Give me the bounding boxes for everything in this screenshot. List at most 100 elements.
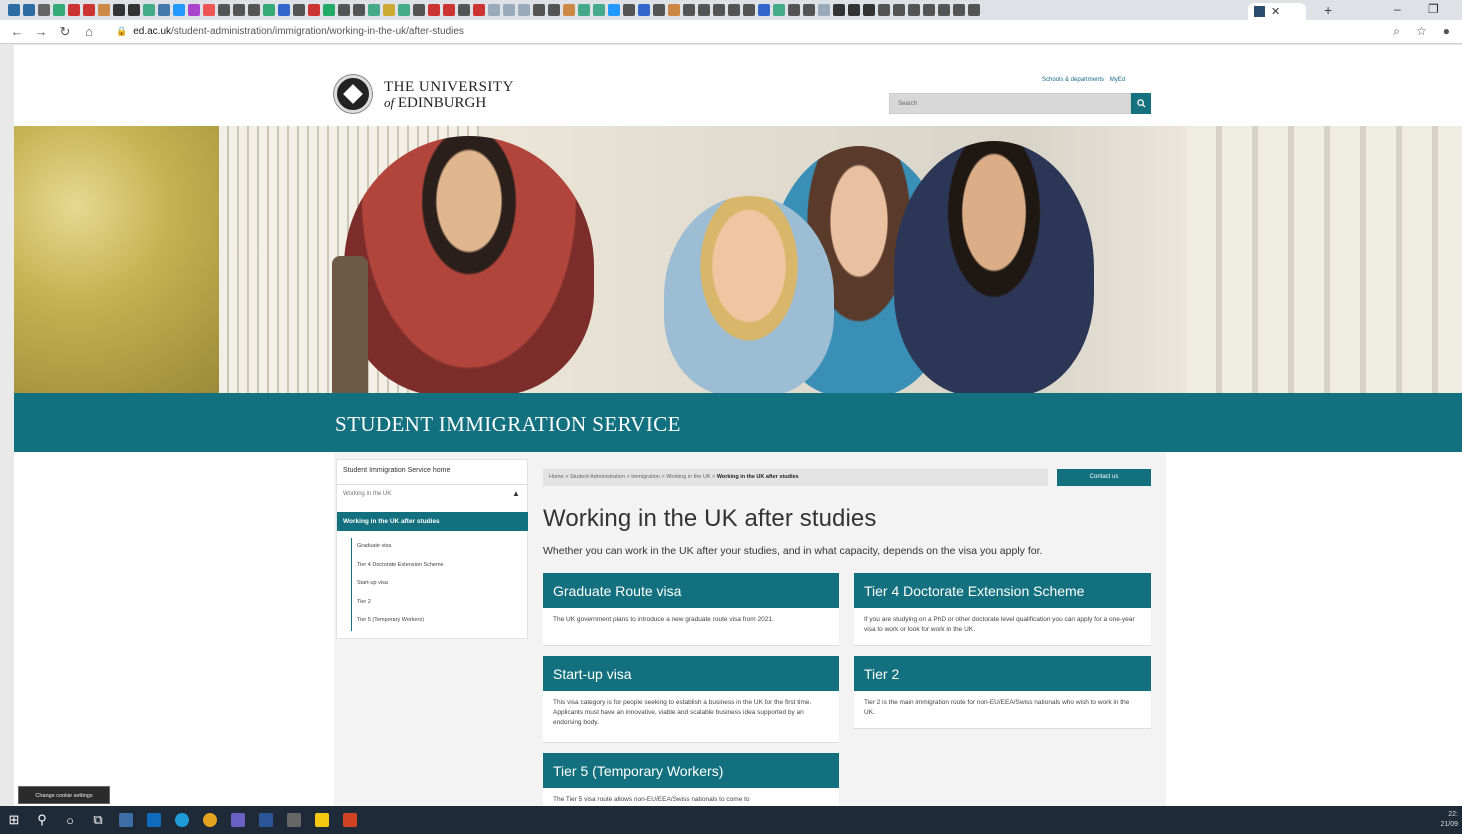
- breadcrumb-student-admin[interactable]: Student Administration: [570, 474, 625, 480]
- tab-favicon-icon[interactable]: [968, 4, 980, 16]
- tab-favicon-icon[interactable]: [113, 4, 125, 16]
- tab-favicon-icon[interactable]: [188, 4, 200, 16]
- sidenav-item-tier4-des[interactable]: Tier 4 Doctorate Extension Scheme: [357, 557, 521, 576]
- card-startup-visa[interactable]: Start-up visa This visa category is for …: [543, 656, 839, 743]
- edge-icon[interactable]: [168, 806, 196, 834]
- tab-favicon-icon[interactable]: [203, 4, 215, 16]
- tab-favicon-icon[interactable]: [233, 4, 245, 16]
- lock-icon[interactable]: 🔒: [116, 26, 127, 37]
- tab-favicon-icon[interactable]: [443, 4, 455, 16]
- card-title[interactable]: Start-up visa: [543, 656, 839, 691]
- breadcrumb-immigration[interactable]: Immigration: [631, 474, 660, 480]
- tab-favicon-icon[interactable]: [623, 4, 635, 16]
- tab-favicon-icon[interactable]: [413, 4, 425, 16]
- file-explorer-icon[interactable]: [112, 806, 140, 834]
- university-crest-icon[interactable]: [334, 75, 372, 113]
- tab-favicon-icon[interactable]: [263, 4, 275, 16]
- tab-favicon-icon[interactable]: [563, 4, 575, 16]
- tab-favicon-icon[interactable]: [713, 4, 725, 16]
- tab-favicon-icon[interactable]: [878, 4, 890, 16]
- sidenav-item-startup-visa[interactable]: Start-up visa: [357, 575, 521, 594]
- breadcrumb-home[interactable]: Home: [549, 474, 564, 480]
- sidenav-home-link[interactable]: Student Immigration Service home: [343, 467, 450, 474]
- tab-favicon-icon[interactable]: [98, 4, 110, 16]
- card-title[interactable]: Tier 5 (Temporary Workers): [543, 753, 839, 788]
- tab-favicon-icon[interactable]: [593, 4, 605, 16]
- tab-favicon-icon[interactable]: [218, 4, 230, 16]
- tab-favicon-icon[interactable]: [803, 4, 815, 16]
- contact-us-button[interactable]: Contact us: [1057, 469, 1151, 486]
- tab-favicon-icon[interactable]: [293, 4, 305, 16]
- university-logo[interactable]: THE UNIVERSITY of EDINBURGH: [384, 80, 514, 111]
- tab-favicon-icon[interactable]: [278, 4, 290, 16]
- tab-favicon-icon[interactable]: [383, 4, 395, 16]
- card-title[interactable]: Tier 4 Doctorate Extension Scheme: [854, 573, 1151, 608]
- tab-favicon-icon[interactable]: [173, 4, 185, 16]
- cookie-settings-button[interactable]: Change cookie settings: [18, 786, 110, 804]
- teams-icon[interactable]: [224, 806, 252, 834]
- search-icon[interactable]: ⚲: [28, 806, 56, 834]
- tab-favicon-icon[interactable]: [353, 4, 365, 16]
- chrome-icon[interactable]: [196, 806, 224, 834]
- outlook-icon[interactable]: [140, 806, 168, 834]
- tab-favicon-icon[interactable]: [698, 4, 710, 16]
- url-field[interactable]: ed.ac.uk/student-administration/immigrat…: [133, 26, 464, 37]
- card-tier4-des[interactable]: Tier 4 Doctorate Extension Scheme If you…: [854, 573, 1151, 646]
- tab-favicon-icon[interactable]: [668, 4, 680, 16]
- tab-favicon-icon[interactable]: [743, 4, 755, 16]
- tab-favicon-icon[interactable]: [143, 4, 155, 16]
- tab-favicon-icon[interactable]: [788, 4, 800, 16]
- tab-favicon-icon[interactable]: [68, 4, 80, 16]
- reload-icon[interactable]: ↻: [58, 24, 72, 40]
- home-icon[interactable]: ⌂: [82, 24, 96, 39]
- chevron-up-icon[interactable]: ▲: [512, 489, 520, 498]
- tab-favicon-icon[interactable]: [848, 4, 860, 16]
- tab-favicon-icon[interactable]: [338, 4, 350, 16]
- minimize-icon[interactable]: –: [1394, 2, 1401, 16]
- sidenav-item-tier5[interactable]: Tier 5 (Temporary Workers): [357, 612, 521, 631]
- tab-favicon-icon[interactable]: [773, 4, 785, 16]
- zoom-icon[interactable]: ⌕: [1393, 24, 1400, 39]
- tab-favicon-icon[interactable]: [578, 4, 590, 16]
- active-tab[interactable]: ✕: [1248, 3, 1306, 20]
- profile-icon[interactable]: ●: [1443, 24, 1450, 39]
- link-myed[interactable]: MyEd: [1110, 77, 1125, 83]
- tab-favicon-icon[interactable]: [38, 4, 50, 16]
- tab-favicon-icon[interactable]: [518, 4, 530, 16]
- tab-favicon-icon[interactable]: [458, 4, 470, 16]
- tab-favicon-icon[interactable]: [908, 4, 920, 16]
- card-tier5[interactable]: Tier 5 (Temporary Workers) The Tier 5 vi…: [543, 753, 839, 806]
- sticky-notes-icon[interactable]: [308, 806, 336, 834]
- tab-favicon-icon[interactable]: [893, 4, 905, 16]
- task-view-icon[interactable]: ⧉: [84, 806, 112, 834]
- tab-favicon-icon[interactable]: [938, 4, 950, 16]
- tab-favicon-icon[interactable]: [323, 4, 335, 16]
- sidenav-active-item[interactable]: Working in the UK after studies: [337, 512, 528, 531]
- search-button[interactable]: [1131, 93, 1151, 114]
- tab-favicon-icon[interactable]: [728, 4, 740, 16]
- tab-favicon-icon[interactable]: [923, 4, 935, 16]
- tab-favicon-icon[interactable]: [533, 4, 545, 16]
- new-tab-icon[interactable]: +: [1324, 2, 1332, 18]
- tab-favicon-icon[interactable]: [758, 4, 770, 16]
- link-schools[interactable]: Schools & departments: [1042, 77, 1104, 83]
- tab-favicon-icon[interactable]: [23, 4, 35, 16]
- tab-favicon-icon[interactable]: [158, 4, 170, 16]
- tab-favicon-icon[interactable]: [863, 4, 875, 16]
- breadcrumb-working-uk[interactable]: Working in the UK: [666, 474, 710, 480]
- tab-favicon-icon[interactable]: [83, 4, 95, 16]
- tab-favicon-icon[interactable]: [818, 4, 830, 16]
- windows-start-icon[interactable]: ⊞: [0, 806, 28, 834]
- sidenav-section-link[interactable]: Working in the UK: [343, 491, 391, 497]
- tab-favicon-icon[interactable]: [308, 4, 320, 16]
- card-graduate-route[interactable]: Graduate Route visa The UK government pl…: [543, 573, 839, 646]
- sidenav-item-tier2[interactable]: Tier 2: [357, 594, 521, 613]
- forward-icon[interactable]: →: [34, 24, 48, 39]
- tab-favicon-icon[interactable]: [548, 4, 560, 16]
- word-icon[interactable]: [252, 806, 280, 834]
- tab-favicon-icon[interactable]: [653, 4, 665, 16]
- tab-favicon-icon[interactable]: [8, 4, 20, 16]
- tab-favicon-icon[interactable]: [473, 4, 485, 16]
- tab-favicon-icon[interactable]: [953, 4, 965, 16]
- restore-icon[interactable]: ❐: [1428, 2, 1439, 16]
